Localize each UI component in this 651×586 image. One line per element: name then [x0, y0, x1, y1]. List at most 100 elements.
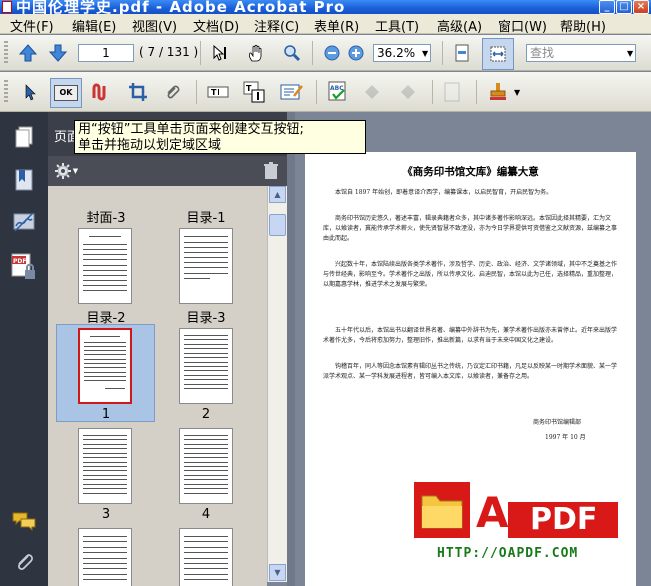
- thumbnail-label: 4: [201, 507, 211, 522]
- tooltip-line: 单击并拖动以划定域区域: [78, 138, 222, 153]
- svg-text:T: T: [211, 88, 217, 97]
- document-paragraph: 五十年代以后，本馆出书以翻译世界名著、编纂中外辞书为先，兼学术著作出版亦未曾停止…: [323, 327, 618, 344]
- stamp-dropdown-icon[interactable]: ▼: [514, 88, 520, 97]
- page-number-field[interactable]: 1: [78, 44, 134, 62]
- thumbnail-label: 目录-1: [186, 211, 226, 226]
- navigation-rail: PDF: [0, 112, 48, 586]
- edit-form-icon[interactable]: [278, 80, 306, 104]
- title-bar: 中国伦理学史.pdf - Adobe Acrobat Pro _ □ ×: [0, 0, 651, 14]
- toolbar-separator: [432, 80, 433, 104]
- thumbnail-label: 2: [201, 407, 211, 422]
- minimize-button[interactable]: _: [599, 0, 615, 14]
- watermark-url: HTTP://OAPDF.COM: [437, 546, 579, 561]
- fit-width-icon[interactable]: [482, 38, 514, 70]
- acrobat-app-icon: [2, 1, 12, 13]
- menu-window[interactable]: 窗口(W): [498, 16, 547, 35]
- previous-page-icon[interactable]: [16, 41, 40, 65]
- menu-comments[interactable]: 注释(C): [254, 16, 299, 35]
- page-thumbnail-selected[interactable]: [78, 328, 132, 404]
- document-paragraph: 兴起数十年，本馆陆续出版各类学术著作，涉及哲学、历史、政治、经济、文学诸领域，其…: [323, 261, 618, 288]
- page-view-icon[interactable]: [440, 80, 464, 104]
- next-page-icon[interactable]: [46, 41, 70, 65]
- thumbnail-label: 1: [101, 407, 111, 422]
- toolbar-grip[interactable]: [4, 80, 8, 104]
- panel-splitter[interactable]: [287, 112, 295, 586]
- previous-view-icon[interactable]: [360, 80, 384, 104]
- crop-tool-icon[interactable]: [126, 80, 150, 104]
- oapdf-watermark-logo: A PDF HTTP://OAPDF.COM: [412, 482, 622, 572]
- page-thumbnail[interactable]: [78, 528, 132, 586]
- menu-forms[interactable]: 表单(R): [314, 16, 359, 35]
- toolbar-separator: [476, 80, 477, 104]
- menu-file[interactable]: 文件(F): [10, 16, 54, 35]
- document-signature: 商务印书馆编辑部: [533, 419, 582, 426]
- watermark-letter: A: [476, 488, 509, 537]
- pages-panel-icon[interactable]: [10, 124, 38, 152]
- menu-bar: 文件(F) 编辑(E) 视图(V) 文档(D) 注释(C) 表单(R) 工具(T…: [0, 14, 651, 35]
- text-field-tool-icon[interactable]: T: [206, 80, 230, 104]
- signatures-panel-icon[interactable]: [10, 208, 38, 236]
- toolbar-separator: [196, 80, 197, 104]
- document-paragraph: 钩稽百年，同人等因念本馆素有辑印丛书之传统，乃议定汇印书籍，凡足以反映某一时期学…: [323, 363, 618, 380]
- toolbar-grip[interactable]: [4, 41, 8, 65]
- zoom-dropdown-icon[interactable]: ▼: [422, 49, 428, 58]
- svg-text:T: T: [246, 84, 252, 93]
- page-thumbnail[interactable]: [179, 428, 233, 504]
- document-paragraph: 本馆自 1897 年始创，即着意译介西学，编纂课本，以启民智育，开启民智为务。: [335, 189, 553, 196]
- spell-check-icon[interactable]: ABC: [326, 80, 350, 104]
- page-thumbnail[interactable]: [78, 428, 132, 504]
- delete-pages-trash-icon[interactable]: [260, 161, 282, 181]
- zoom-out-icon[interactable]: [322, 43, 342, 63]
- document-date: 1997 年 10 月: [545, 434, 586, 441]
- svg-text:PDF: PDF: [13, 258, 26, 265]
- next-view-icon[interactable]: [396, 80, 420, 104]
- menu-tools[interactable]: 工具(T): [375, 16, 419, 35]
- menu-help[interactable]: 帮助(H): [560, 16, 606, 35]
- close-button[interactable]: ×: [633, 0, 649, 14]
- select-object-icon[interactable]: [18, 80, 42, 104]
- maximize-button[interactable]: □: [616, 0, 632, 14]
- page-thumbnail[interactable]: [179, 328, 233, 404]
- zoom-marquee-icon[interactable]: [280, 41, 304, 65]
- document-title: 《商务印书馆文库》编纂大意: [402, 166, 539, 178]
- toolbar-separator: [442, 41, 443, 65]
- menu-advanced[interactable]: 高级(A): [437, 16, 482, 35]
- search-dropdown-icon[interactable]: ▼: [627, 49, 633, 58]
- select-text-icon[interactable]: [208, 41, 232, 65]
- scroll-down-arrow-icon[interactable]: ▼: [269, 564, 286, 581]
- window-title: 中国伦理学史.pdf - Adobe Acrobat Pro: [16, 0, 346, 14]
- comments-panel-icon[interactable]: [10, 508, 38, 534]
- watermark-brand: PDF: [530, 502, 598, 537]
- stamp-tool-icon[interactable]: [486, 80, 510, 104]
- advanced-editing-toolbar: OK T T ABC ▼: [0, 72, 651, 112]
- link-tool-icon[interactable]: [88, 80, 112, 104]
- bookmarks-panel-icon[interactable]: [10, 166, 38, 194]
- search-input[interactable]: 查找: [526, 44, 636, 62]
- attachments-panel-icon[interactable]: [10, 548, 38, 574]
- fit-page-icon[interactable]: [450, 41, 474, 65]
- thumbnail-label: 封面-3: [86, 211, 126, 226]
- navigation-toolbar: 1 ( 7 / 131 ) 36.2% ▼ 查找 ▼: [0, 35, 651, 71]
- page-thumbnails-panel: 封面-3 目录-1 目录-2 目录-3 1 2 3 4: [48, 186, 267, 586]
- options-gear-icon[interactable]: ▼: [52, 161, 80, 181]
- attach-file-icon[interactable]: [160, 80, 184, 104]
- security-panel-icon[interactable]: PDF: [8, 250, 40, 284]
- page-thumbnail[interactable]: [78, 228, 132, 304]
- hand-tool-icon[interactable]: [244, 41, 268, 65]
- menu-edit[interactable]: 编辑(E): [72, 16, 116, 35]
- toolbar-separator: [312, 41, 313, 65]
- scrollbar-thumb[interactable]: [269, 214, 286, 236]
- page-thumbnail[interactable]: [179, 228, 233, 304]
- toolbar-separator: [200, 41, 201, 65]
- zoom-in-icon[interactable]: [346, 43, 366, 63]
- pages-panel-toolbar: ▼: [48, 156, 290, 186]
- button-tool-icon[interactable]: OK: [50, 78, 82, 108]
- menu-view[interactable]: 视图(V): [132, 16, 177, 35]
- page-thumbnail[interactable]: [179, 528, 233, 586]
- scroll-up-arrow-icon[interactable]: ▲: [269, 186, 286, 203]
- menu-document[interactable]: 文档(D): [193, 16, 239, 35]
- toolbar-separator: [316, 80, 317, 104]
- thumbnail-label: 目录-3: [186, 311, 226, 326]
- thumbnails-scrollbar[interactable]: ▲ ▼: [267, 186, 287, 582]
- touchup-text-icon[interactable]: T: [242, 78, 266, 106]
